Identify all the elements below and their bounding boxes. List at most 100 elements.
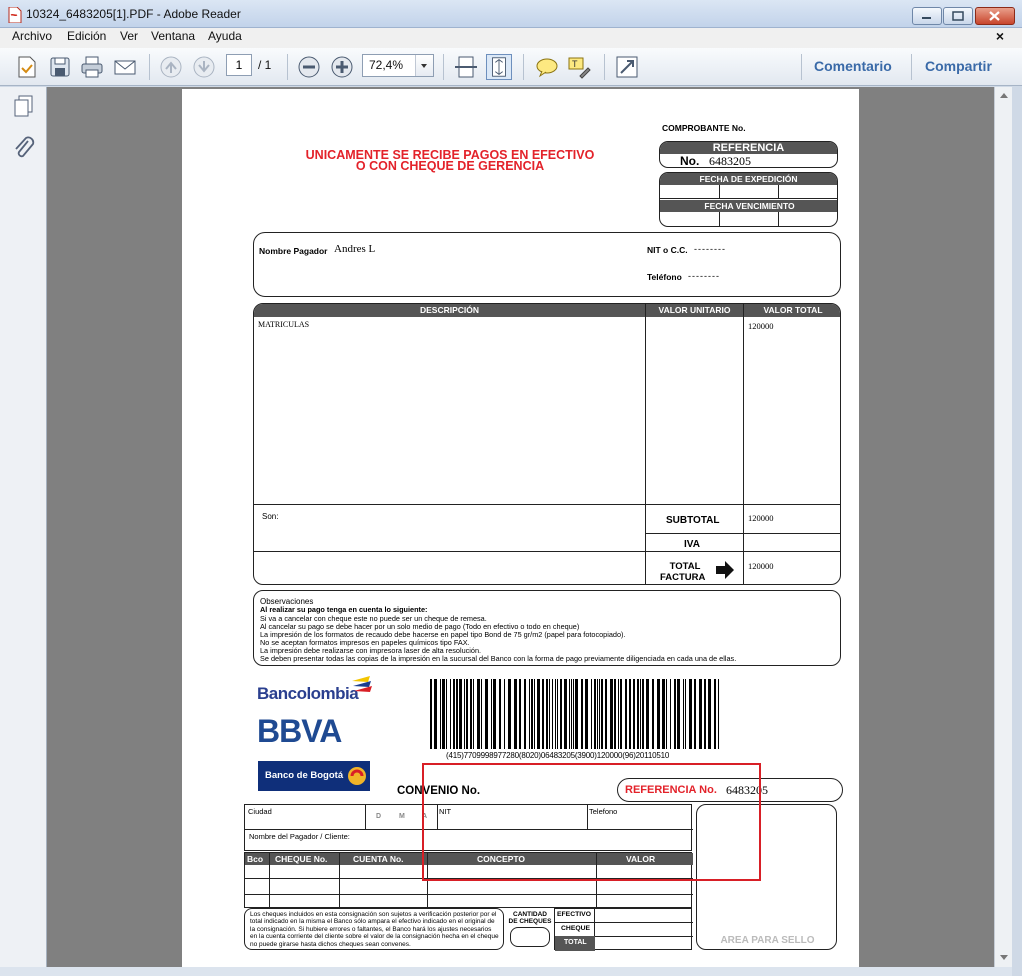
- barcode-bar: [689, 679, 692, 749]
- barcode-bar: [485, 679, 488, 749]
- subtotal-value: 120000: [748, 513, 774, 523]
- barcode-bar: [491, 679, 492, 749]
- barcode-bar: [504, 679, 505, 749]
- barcode-bar: [704, 679, 706, 749]
- barcode-bar: [594, 679, 596, 749]
- barcode-bar: [564, 679, 567, 749]
- close-document-button[interactable]: ×: [996, 28, 1004, 44]
- toolbar-separator: [287, 54, 288, 80]
- barcode-bar: [537, 679, 540, 749]
- barcode-bar: [459, 679, 462, 749]
- referencia-header: REFERENCIA: [660, 142, 837, 154]
- attachments-panel-icon[interactable]: [13, 135, 35, 161]
- save-icon[interactable]: [47, 54, 73, 80]
- barcode-bar: [699, 679, 702, 749]
- barcode-bar: [529, 679, 530, 749]
- cantidad-cheques-field[interactable]: [510, 927, 550, 947]
- share-pane-button[interactable]: Compartir: [925, 58, 992, 74]
- barcode-bar: [575, 679, 578, 749]
- barcode-bar: [456, 679, 458, 749]
- zoom-in-icon[interactable]: [329, 54, 355, 80]
- barcode-bar: [629, 679, 631, 749]
- fullscreen-icon[interactable]: [614, 54, 640, 80]
- svg-text:T: T: [572, 59, 578, 69]
- pdf-file-icon: [8, 7, 22, 23]
- create-pdf-icon[interactable]: [14, 54, 40, 80]
- referencia-box: REFERENCIA No. 6483205: [659, 141, 838, 168]
- banco-bogota-logo: Banco de Bogotá: [258, 761, 370, 791]
- maximize-icon: [952, 11, 964, 21]
- prev-page-icon[interactable]: [158, 54, 184, 80]
- fit-page-icon[interactable]: [486, 54, 512, 80]
- comment-icon[interactable]: [534, 54, 560, 80]
- zoom-select[interactable]: 72,4%: [362, 54, 434, 77]
- menu-ayuda[interactable]: Ayuda: [208, 29, 242, 43]
- barcode-bar: [519, 679, 521, 749]
- barcode-bar: [440, 679, 441, 749]
- observaciones-line: Se deben presentar todas las copias de l…: [260, 654, 737, 663]
- maximize-button[interactable]: [943, 7, 973, 25]
- comment-pane-button[interactable]: Comentario: [814, 58, 892, 74]
- zoom-out-icon[interactable]: [296, 54, 322, 80]
- barcode-bar: [534, 679, 535, 749]
- window-title: 10324_6483205[1].PDF - Adobe Reader: [26, 7, 241, 21]
- fit-width-icon[interactable]: [453, 54, 479, 80]
- cantidad-cheques-label: CANTIDAD DE CHEQUES: [508, 911, 552, 925]
- barcode-bar: [569, 679, 570, 749]
- highlight-icon[interactable]: T: [566, 54, 592, 80]
- barcode-bar: [514, 679, 517, 749]
- fecha-vencimiento-label: FECHA VENCIMIENTO: [660, 200, 837, 212]
- month-label: M: [399, 813, 405, 820]
- toolbar-separator: [523, 54, 524, 80]
- barcode-bar: [434, 679, 437, 749]
- no-label: No.: [680, 154, 700, 168]
- menu-ver[interactable]: Ver: [120, 29, 138, 43]
- close-window-button[interactable]: [975, 7, 1015, 25]
- fecha-expedicion-cells: [660, 185, 837, 199]
- fecha-expedicion-label: FECHA DE EXPEDICIÓN: [660, 173, 837, 185]
- scroll-up-icon[interactable]: [998, 90, 1010, 100]
- total-slip-label: TOTAL: [564, 939, 587, 946]
- bancolombia-logo: Bancolombia: [257, 684, 359, 703]
- nombre-cliente-label: Nombre del Pagador / Cliente:: [249, 832, 350, 841]
- barcode-bar: [652, 679, 654, 749]
- barcode-bar: [597, 679, 598, 749]
- barcode-bar: [473, 679, 474, 749]
- menu-edicion[interactable]: Edición: [67, 29, 106, 43]
- observaciones-line: Al realizar su pago tenga en cuenta lo s…: [260, 605, 428, 614]
- fechas-box: FECHA DE EXPEDICIÓN FECHA VENCIMIENTO: [659, 172, 838, 227]
- page-number-input[interactable]: 1: [226, 54, 252, 76]
- zoom-dropdown-button[interactable]: [415, 55, 433, 76]
- barcode-bar: [610, 679, 613, 749]
- vertical-scrollbar[interactable]: [994, 87, 1012, 967]
- title-bar: 10324_6483205[1].PDF - Adobe Reader: [0, 0, 1022, 28]
- pages-panel-icon[interactable]: [13, 94, 35, 118]
- print-icon[interactable]: [79, 54, 105, 80]
- barcode-bar: [625, 679, 627, 749]
- barcode-bar: [640, 679, 641, 749]
- nombre-pagador-label: Nombre Pagador: [259, 246, 328, 256]
- barcode-bar: [637, 679, 639, 749]
- barcode-bar: [571, 679, 572, 749]
- totals-grid: EFECTIVO CHEQUE TOTAL: [554, 908, 693, 951]
- menu-ventana[interactable]: Ventana: [151, 29, 195, 43]
- barcode-bar: [614, 679, 616, 749]
- navigation-panel: [0, 87, 47, 967]
- col-descripcion: DESCRIPCIÓN: [254, 304, 645, 317]
- email-icon[interactable]: [112, 54, 138, 80]
- telefono-label: Teléfono: [647, 272, 682, 282]
- nit-value: --------: [694, 244, 726, 254]
- barcode-bar: [581, 679, 583, 749]
- scroll-down-icon[interactable]: [998, 953, 1010, 963]
- banco-bogota-text: Banco de Bogotá: [265, 770, 344, 781]
- banco-bogota-emblem-icon: [348, 767, 366, 785]
- barcode-bar: [493, 679, 496, 749]
- status-bar: [0, 967, 1012, 976]
- barcode-bar: [560, 679, 562, 749]
- barcode-bar: [666, 679, 667, 749]
- total-value: 120000: [748, 561, 774, 571]
- barcode-bar: [446, 679, 447, 749]
- next-page-icon[interactable]: [191, 54, 217, 80]
- menu-archivo[interactable]: Archivo: [12, 29, 52, 43]
- minimize-button[interactable]: [912, 7, 942, 25]
